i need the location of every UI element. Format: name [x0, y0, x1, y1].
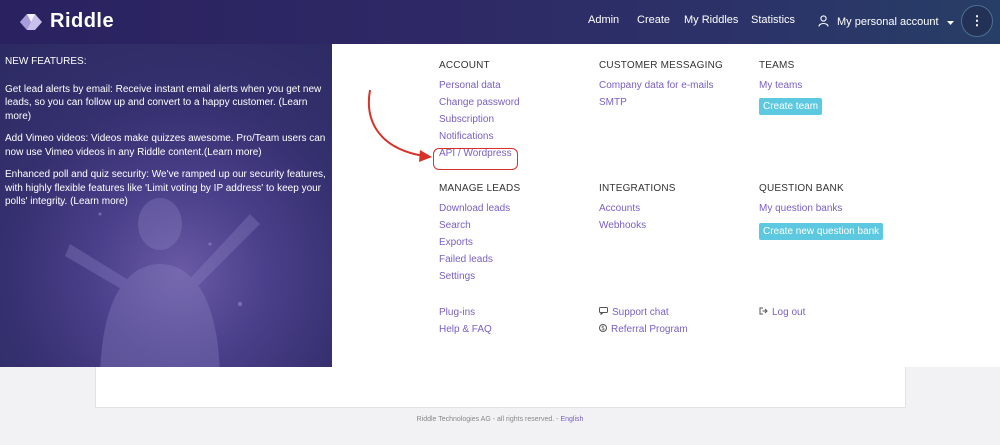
nav-create[interactable]: Create	[637, 14, 670, 26]
annotation-arrow-icon	[367, 89, 432, 162]
question-bank-section: QUESTION BANK My question banks Create n…	[759, 183, 884, 240]
logout-icon	[759, 307, 768, 317]
log-out-label: Log out	[772, 307, 806, 318]
link-notifications[interactable]: Notifications	[439, 131, 520, 142]
support-chat-label: Support chat	[612, 307, 669, 318]
support-links-section: Support chat $ Referral Program	[599, 307, 688, 335]
link-support-chat[interactable]: Support chat	[599, 307, 688, 318]
link-download-leads[interactable]: Download leads	[439, 203, 520, 214]
link-change-password[interactable]: Change password	[439, 97, 520, 108]
vertical-dots-icon: ⋮	[970, 13, 984, 28]
manage-leads-title: MANAGE LEADS	[439, 183, 521, 194]
logout-section: Log out	[759, 307, 805, 318]
chat-icon	[599, 307, 608, 317]
link-webhooks[interactable]: Webhooks	[599, 220, 676, 231]
integrations-section: INTEGRATIONS Accounts Webhooks	[599, 183, 676, 231]
question-bank-title: QUESTION BANK	[759, 183, 844, 194]
customer-messaging-section: CUSTOMER MESSAGING Company data for e-ma…	[599, 60, 723, 108]
link-personal-data[interactable]: Personal data	[439, 80, 520, 91]
account-dropdown-menu: ACCOUNT Personal data Change password Su…	[332, 44, 1000, 367]
svg-text:$: $	[601, 325, 605, 332]
highlight-annotation-box	[433, 148, 518, 170]
link-accounts[interactable]: Accounts	[599, 203, 676, 214]
customer-messaging-title: CUSTOMER MESSAGING	[599, 60, 723, 71]
link-settings[interactable]: Settings	[439, 271, 520, 282]
teams-section: TEAMS My teams Create team	[759, 60, 823, 115]
riddle-logo-icon	[18, 11, 44, 33]
more-options-button[interactable]: ⋮	[961, 5, 993, 37]
link-help-faq[interactable]: Help & FAQ	[439, 324, 492, 335]
integrations-title: INTEGRATIONS	[599, 183, 676, 194]
link-my-question-banks[interactable]: My question banks	[759, 203, 883, 214]
manage-leads-section: MANAGE LEADS Download leads Search Expor…	[439, 183, 520, 282]
caret-down-icon	[946, 16, 954, 28]
dollar-icon: $	[599, 324, 607, 334]
link-failed-leads[interactable]: Failed leads	[439, 254, 520, 265]
link-log-out[interactable]: Log out	[759, 307, 805, 318]
account-dropdown-toggle[interactable]: My personal account	[818, 0, 954, 44]
account-section: ACCOUNT Personal data Change password Su…	[439, 60, 520, 159]
create-team-button[interactable]: Create team	[759, 98, 823, 115]
misc-links-section: Plug-ins Help & FAQ	[439, 307, 492, 335]
user-icon	[818, 14, 829, 30]
nav-statistics[interactable]: Statistics	[751, 14, 795, 26]
link-smtp[interactable]: SMTP	[599, 97, 723, 108]
account-label: My personal account	[837, 16, 939, 28]
page-footer: Riddle Technologies AG - all rights rese…	[0, 416, 1000, 423]
brand-name: Riddle	[50, 10, 115, 32]
link-company-data[interactable]: Company data for e-mails	[599, 80, 723, 91]
page-content-card	[95, 367, 906, 408]
link-referral-program[interactable]: $ Referral Program	[599, 324, 688, 335]
feature-security[interactable]: Enhanced poll and quiz security: We've r…	[5, 168, 327, 209]
nav-my-riddles[interactable]: My Riddles	[684, 14, 738, 26]
feature-vimeo-videos[interactable]: Add Vimeo videos: Videos make quizzes aw…	[5, 132, 327, 159]
language-link[interactable]: English	[560, 416, 583, 423]
link-exports[interactable]: Exports	[439, 237, 520, 248]
teams-title: TEAMS	[759, 60, 795, 71]
referral-program-label: Referral Program	[611, 324, 688, 335]
copyright-text: Riddle Technologies AG - all rights rese…	[416, 416, 559, 423]
feature-lead-alerts[interactable]: Get lead alerts by email: Receive instan…	[5, 83, 327, 124]
nav-admin[interactable]: Admin	[588, 14, 619, 26]
account-section-title: ACCOUNT	[439, 60, 490, 71]
link-subscription[interactable]: Subscription	[439, 114, 520, 125]
create-question-bank-button[interactable]: Create new question bank	[759, 223, 884, 240]
top-navigation-bar: Riddle Admin Create My Riddles Statistic…	[0, 0, 1000, 44]
new-features-title: NEW FEATURES:	[5, 56, 87, 67]
new-features-panel: NEW FEATURES: Get lead alerts by email: …	[0, 44, 332, 367]
link-search[interactable]: Search	[439, 220, 520, 231]
brand-logo[interactable]: Riddle	[18, 10, 114, 33]
link-my-teams[interactable]: My teams	[759, 80, 822, 91]
link-plug-ins[interactable]: Plug-ins	[439, 307, 492, 318]
